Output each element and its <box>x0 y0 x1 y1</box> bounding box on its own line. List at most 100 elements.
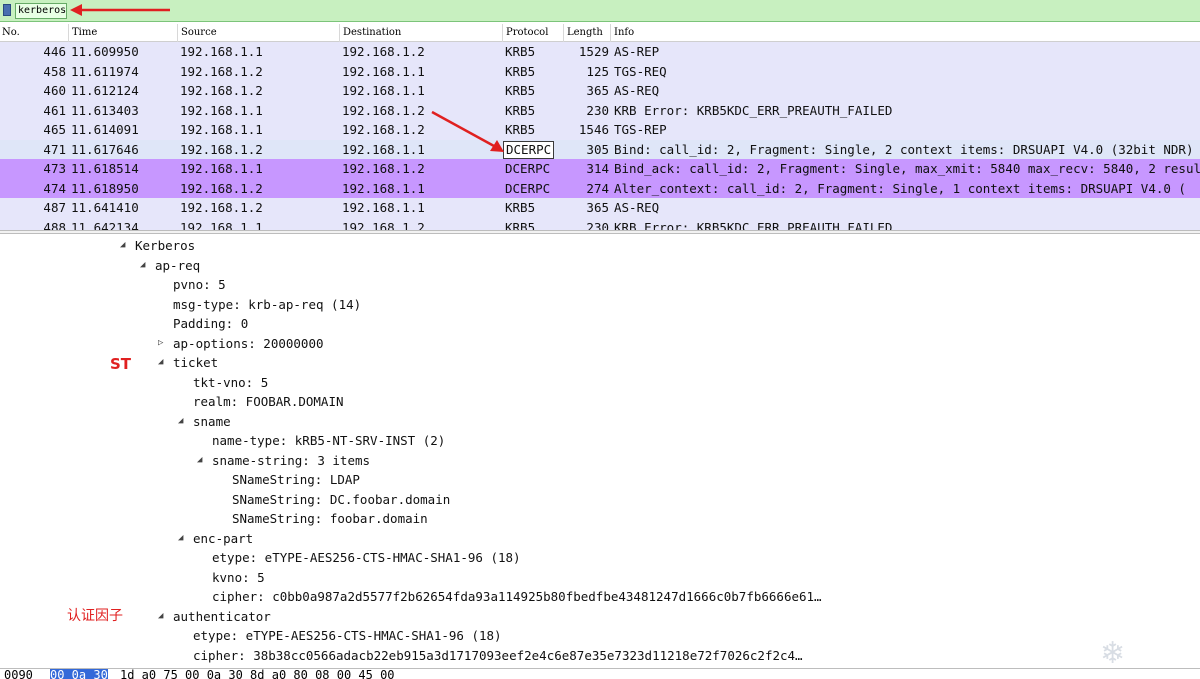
triangle-down-icon[interactable]: ◢ <box>158 607 163 627</box>
packet-length: 305 <box>586 141 609 157</box>
tree-node-label: ticket <box>173 355 219 370</box>
triangle-down-icon[interactable]: ◢ <box>178 529 183 549</box>
packet-destination: 192.168.1.1 <box>342 180 425 196</box>
tree-node[interactable]: name-type: kRB5-NT-SRV-INST (2) <box>212 431 445 451</box>
packet-time: 11.618514 <box>71 161 139 176</box>
tree-node-label: cipher: 38b38cc0566adacb22eb915a3d171709… <box>193 647 803 663</box>
packet-source: 192.168.1.2 <box>180 200 263 215</box>
col-protocol[interactable]: Protocol <box>506 27 548 41</box>
triangle-down-icon[interactable]: ◢ <box>158 353 163 373</box>
triangle-down-icon[interactable]: ◢ <box>140 256 145 276</box>
col-no[interactable]: No. <box>2 27 20 41</box>
tree-node[interactable]: cipher: c0bb0a987a2d5577f2b62654fda93a11… <box>212 587 822 607</box>
tree-node[interactable]: cipher: 38b38cc0566adacb22eb915a3d171709… <box>193 646 803 666</box>
display-filter-input[interactable]: kerberos <box>15 3 67 19</box>
packet-protocol: KRB5 <box>505 44 536 59</box>
packet-row[interactable]: 487 11.641410 192.168.1.2 192.168.1.1 KRB5 36… <box>0 198 1200 218</box>
packet-destination: 192.168.1.1 <box>342 63 425 79</box>
tree-node[interactable]: ◢ authenticator <box>158 607 271 627</box>
triangle-down-icon[interactable]: ◢ <box>197 451 202 471</box>
packet-protocol: KRB5 <box>505 83 536 98</box>
packet-row[interactable]: 465 11.614091 192.168.1.1 192.168.1.2 KRB5 15… <box>0 120 1200 140</box>
packet-row[interactable]: 461 11.613403 192.168.1.1 192.168.1.2 KRB5 23… <box>0 100 1200 120</box>
tree-node[interactable]: SNameString: foobar.domain <box>232 509 428 529</box>
packet-source: 192.168.1.1 <box>180 122 263 137</box>
packet-row[interactable]: 473 11.618514 192.168.1.1 192.168.1.2 DCERPC… <box>0 159 1200 179</box>
packet-row[interactable]: 458 11.611974 192.168.1.2 192.168.1.1 KRB5 12… <box>0 61 1200 81</box>
tree-node-label: enc-part <box>193 530 254 546</box>
col-info[interactable]: Info <box>614 27 634 41</box>
tree-node[interactable]: ◢ ticket <box>158 353 219 373</box>
packet-source: 192.168.1.2 <box>180 83 263 98</box>
packet-row[interactable]: 474 11.618950 192.168.1.2 192.168.1.1 DCERPC… <box>0 178 1200 198</box>
tree-node[interactable]: SNameString: LDAP <box>232 470 360 490</box>
annotation-authenticator: 认证因子 <box>67 608 123 624</box>
triangle-down-icon[interactable]: ◢ <box>178 412 183 432</box>
packet-no: 461 <box>43 102 66 118</box>
packet-info: TGS-REP <box>614 122 667 137</box>
watermark-logo: ❄ <box>1100 636 1126 671</box>
tree-node[interactable]: ◢ ap-req <box>140 256 200 276</box>
tree-node[interactable]: ◢ sname-string: 3 items <box>197 451 371 471</box>
packet-time: 11.609950 <box>71 44 139 59</box>
annotation-st: ST <box>110 355 132 373</box>
tree-node-label: sname-string: 3 items <box>212 452 371 468</box>
packet-row[interactable]: 471 11.617646 192.168.1.2 192.168.1.1 DCERPC… <box>0 139 1200 159</box>
tree-node[interactable]: ◢ Kerberos <box>120 236 195 256</box>
packet-time: 11.612124 <box>71 83 139 98</box>
packet-destination: 192.168.1.2 <box>342 102 425 118</box>
tree-node[interactable]: SNameString: DC.foobar.domain <box>232 490 450 510</box>
packet-row[interactable]: 446 11.609950 192.168.1.1 192.168.1.2 KRB5 15… <box>0 42 1200 62</box>
tree-node[interactable]: Padding: 0 <box>173 314 248 334</box>
tree-node[interactable]: etype: eTYPE-AES256-CTS-HMAC-SHA1-96 (18… <box>193 626 502 646</box>
display-filter-bar: kerberos <box>0 0 1200 22</box>
tree-node-label: kvno: 5 <box>212 569 265 585</box>
packet-protocol: KRB5 <box>505 200 536 215</box>
packet-list-header: No. Time Source Destination Protocol Len… <box>0 24 1200 42</box>
packet-destination: 192.168.1.2 <box>342 44 425 59</box>
triangle-right-icon[interactable]: ▷ <box>158 334 163 354</box>
bookmark-icon[interactable] <box>3 4 11 16</box>
packet-info: KRB Error: KRB5KDC_ERR_PREAUTH_FAILED <box>614 102 893 118</box>
col-length[interactable]: Length <box>567 27 603 41</box>
packet-destination: 192.168.1.1 <box>342 141 425 157</box>
packet-destination: 192.168.1.1 <box>342 83 425 98</box>
tree-node-label: msg-type: krb-ap-req (14) <box>173 296 362 312</box>
packet-bytes-pane: 0090 00 0a 30 1d a0 75 00 0a 30 8d a0 80… <box>0 668 1200 679</box>
packet-length: 365 <box>586 83 609 98</box>
packet-destination: 192.168.1.2 <box>342 122 425 137</box>
packet-protocol: KRB5 <box>505 63 536 79</box>
packet-destination: 192.168.1.2 <box>342 161 425 176</box>
packet-length: 230 <box>586 102 609 118</box>
packet-no: 488 <box>43 219 66 231</box>
col-destination[interactable]: Destination <box>343 27 401 41</box>
tree-node[interactable]: realm: FOOBAR.DOMAIN <box>193 392 344 412</box>
tree-node-label: name-type: kRB5-NT-SRV-INST (2) <box>212 433 446 448</box>
annotation-arrow-filter <box>70 4 170 16</box>
col-time[interactable]: Time <box>72 27 97 41</box>
packet-row[interactable]: 460 11.612124 192.168.1.2 192.168.1.1 KRB5 36… <box>0 81 1200 101</box>
tree-node[interactable]: msg-type: krb-ap-req (14) <box>173 295 361 315</box>
triangle-down-icon[interactable]: ◢ <box>120 236 125 256</box>
tree-node[interactable]: ◢ enc-part <box>178 529 254 549</box>
tree-node[interactable]: etype: eTYPE-AES256-CTS-HMAC-SHA1-96 (18… <box>212 548 521 568</box>
col-source[interactable]: Source <box>181 27 217 41</box>
bytes-highlighted[interactable]: 00 0a 30 <box>50 669 108 679</box>
tree-node[interactable]: ▷ ap-options: 20000000 <box>158 334 324 354</box>
packet-info: KRB Error: KRB5KDC_ERR_PREAUTH_FAILED <box>614 219 893 231</box>
tree-node[interactable]: ◢ sname <box>178 412 231 432</box>
packet-no: 458 <box>43 63 66 79</box>
packet-no: 473 <box>43 161 66 176</box>
packet-time: 11.642134 <box>71 219 139 231</box>
pane-splitter[interactable] <box>0 230 1200 234</box>
tree-node-label: cipher: c0bb0a987a2d5577f2b62654fda93a11… <box>212 589 822 604</box>
tree-node-label: realm: FOOBAR.DOMAIN <box>193 394 344 409</box>
tree-node[interactable]: pvno: 5 <box>173 275 226 295</box>
tree-node-label: authenticator <box>173 608 271 624</box>
packet-row[interactable]: 488 11.642134 192.168.1.1 192.168.1.2 KRB5 23… <box>0 217 1200 231</box>
tree-node[interactable]: kvno: 5 <box>212 568 265 588</box>
packet-source: 192.168.1.1 <box>180 219 263 231</box>
tree-node[interactable]: tkt-vno: 5 <box>193 373 268 393</box>
packet-destination: 192.168.1.1 <box>342 200 425 215</box>
packet-time: 11.617646 <box>71 141 139 157</box>
